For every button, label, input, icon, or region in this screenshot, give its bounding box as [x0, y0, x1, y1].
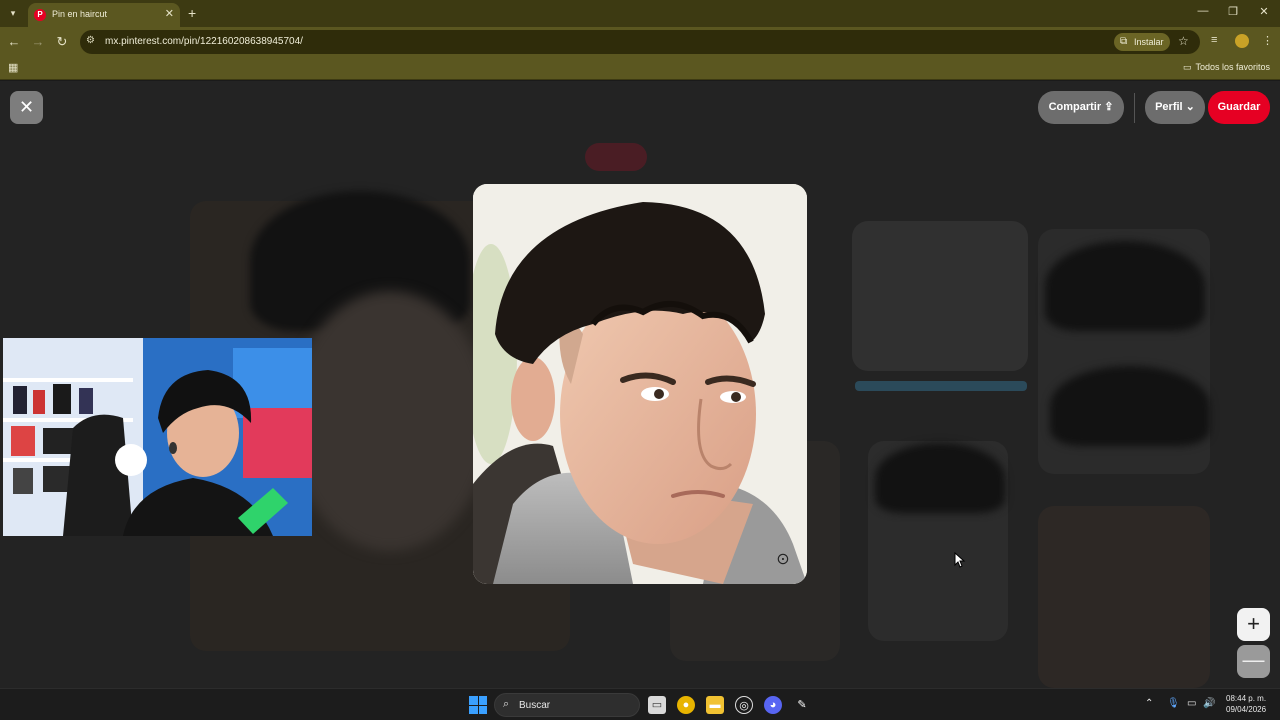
minimize-icon[interactable]: — — [1196, 5, 1210, 17]
mouse-cursor-icon — [954, 552, 966, 568]
bookmarks-bar: ▦ ▭ Todos los favoritos — [0, 57, 1280, 80]
share-icon: ⇪ — [1104, 101, 1114, 113]
tab-close-icon[interactable]: ✕ — [165, 7, 174, 20]
volume-icon[interactable]: 🔊 — [1203, 698, 1215, 709]
background-pin-thumb — [852, 221, 1028, 371]
background-hair-shape — [1050, 366, 1210, 446]
taskbar-search[interactable]: ⌕ Buscar — [494, 693, 640, 717]
address-bar[interactable]: ⚙ mx.pinterest.com/pin/12216020863894570… — [80, 30, 1200, 54]
close-icon: ✕ — [18, 97, 35, 117]
pin-viewer-page: ✕ Compartir ⇪ Perfil ⌄ Guardar ⊙ + — — [0, 81, 1280, 688]
profile-board-select[interactable]: Perfil ⌄ — [1145, 91, 1205, 124]
toolbar-divider — [1134, 93, 1135, 123]
tray-overflow-icon[interactable]: ⌃ — [1145, 698, 1153, 709]
close-viewer-button[interactable]: ✕ — [10, 91, 43, 124]
discord-icon[interactable]: ◕ — [764, 696, 782, 714]
restore-icon[interactable]: ❐ — [1226, 5, 1240, 18]
url-text[interactable]: mx.pinterest.com/pin/122160208638945704/ — [105, 36, 303, 47]
browser-toolbar: ← → ↻ ⚙ mx.pinterest.com/pin/12216020863… — [0, 27, 1280, 57]
install-icon: ⧉ — [1120, 36, 1128, 47]
reload-icon[interactable]: ↻ — [54, 34, 70, 50]
all-bookmarks-label: Todos los favoritos — [1195, 62, 1270, 72]
apps-grid-icon[interactable]: ▦ — [8, 61, 18, 74]
start-menu-icon[interactable] — [469, 696, 487, 714]
background-pin-thumb — [1038, 506, 1210, 688]
tab-title: Pin en haircut — [52, 9, 108, 19]
site-info-icon[interactable]: ⚙ — [86, 35, 95, 46]
taskbar-search-label: Buscar — [519, 700, 551, 711]
background-follow-button — [585, 143, 647, 171]
task-view-icon[interactable]: ▭ — [648, 696, 666, 714]
app-feather-icon[interactable]: ✎ — [793, 696, 811, 714]
microphone-icon[interactable]: 🎙 — [1167, 698, 1180, 709]
browser-menu-icon[interactable]: ⋮ — [1262, 34, 1273, 47]
back-icon[interactable]: ← — [6, 34, 22, 50]
share-label: Compartir — [1048, 101, 1102, 113]
clock-time: 08:44 p. m. — [1226, 694, 1267, 703]
background-face-shape — [290, 291, 490, 551]
install-label: Instalar — [1134, 37, 1164, 47]
folder-icon: ▭ — [1182, 62, 1192, 72]
webcam-illustration — [3, 338, 312, 536]
forward-icon[interactable]: → — [30, 34, 46, 50]
search-icon: ⌕ — [503, 698, 510, 710]
new-tab-icon[interactable]: + — [188, 5, 196, 21]
pin-image[interactable]: ⊙ — [473, 184, 807, 584]
chevron-down-icon: ⌄ — [1185, 101, 1195, 113]
browser-titlebar: ▾ P Pin en haircut ✕ + — ❐ ✕ — [0, 0, 1280, 27]
pinterest-favicon-icon: P — [34, 9, 46, 21]
reading-list-icon[interactable]: ≡ — [1211, 34, 1217, 46]
clock-date: 09/04/2026 — [1226, 705, 1267, 714]
file-explorer-icon[interactable]: ▬ — [706, 696, 724, 714]
tab-search-menu-icon[interactable]: ▾ — [5, 5, 21, 21]
window-close-icon[interactable]: ✕ — [1257, 5, 1271, 18]
background-hair-shape — [875, 443, 1005, 513]
steam-icon[interactable]: ◎ — [735, 696, 753, 714]
browser-tab-active[interactable]: P Pin en haircut ✕ — [28, 3, 180, 27]
background-hair-shape — [1045, 241, 1205, 331]
system-clock[interactable]: 08:44 p. m. 09/04/2026 — [1226, 693, 1266, 715]
network-icon[interactable]: ▭ — [1187, 698, 1196, 709]
zoom-out-button[interactable]: — — [1237, 645, 1270, 678]
install-app-button[interactable]: ⧉ Instalar — [1114, 33, 1170, 51]
profile-label: Perfil — [1155, 101, 1183, 113]
chrome-icon[interactable]: ● — [677, 696, 695, 714]
zoom-in-button[interactable]: + — [1237, 608, 1270, 641]
profile-avatar[interactable] — [1235, 34, 1249, 48]
all-bookmarks-button[interactable]: ▭ Todos los favoritos — [1183, 62, 1270, 73]
windows-taskbar: ⌕ Buscar ▭ ● ▬ ◎ ◕ ✎ ⌃ 🎙 ▭ 🔊 08:44 p. m.… — [0, 688, 1280, 720]
visual-search-icon[interactable]: ⊙ — [772, 549, 794, 571]
webcam-overlay — [3, 338, 312, 536]
background-progress-strip — [855, 381, 1027, 391]
bookmark-star-icon[interactable]: ☆ — [1178, 34, 1189, 48]
portrait-illustration — [473, 184, 807, 584]
save-button[interactable]: Guardar — [1208, 91, 1270, 124]
share-button[interactable]: Compartir ⇪ — [1038, 91, 1124, 124]
